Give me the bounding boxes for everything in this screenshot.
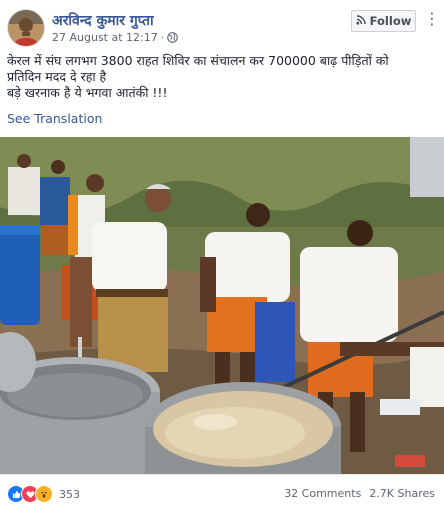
post-text-line: बड़े खरनाक है ये भगवा आतंकी !!! <box>7 85 168 100</box>
post-photo[interactable] <box>0 137 444 474</box>
post-text-line: प्रतिदिन मदद दे रहा है <box>7 69 107 84</box>
globe-icon <box>167 32 179 46</box>
follow-button[interactable]: Follow <box>351 10 416 32</box>
post-footer: 353 32 Comments 2.7K Shares <box>0 474 444 510</box>
shares-count[interactable]: 2.7K Shares <box>369 487 435 500</box>
author-name[interactable]: अरविन्द कुमार गुप्ता <box>52 11 154 30</box>
post-timestamp[interactable]: 27 August at 12:17 <box>52 31 158 44</box>
engagement-stats: 32 Comments 2.7K Shares <box>284 487 435 500</box>
follow-label: Follow <box>369 14 412 28</box>
facebook-post: अरविन्द कुमार गुप्ता 27 August at 12:17 ·… <box>0 0 444 509</box>
more-options-icon[interactable]: ⋮ <box>424 11 440 28</box>
post-header: अरविन्द कुमार गुप्ता 27 August at 12:17 ·… <box>0 0 444 52</box>
post-text: केरल में संघ लगभग 3800 राहत शिविर का संच… <box>7 53 432 101</box>
reactions-summary[interactable]: 353 <box>7 485 80 503</box>
post-text-line: केरल में संघ लगभग 3800 राहत शिविर का संच… <box>7 53 389 68</box>
avatar[interactable] <box>7 9 45 47</box>
rss-icon <box>356 14 366 28</box>
post-meta: 27 August at 12:17 · <box>52 31 179 46</box>
see-translation-link[interactable]: See Translation <box>7 111 102 126</box>
meta-separator: · <box>160 31 165 44</box>
wow-reaction-icon <box>35 485 53 503</box>
comments-count[interactable]: 32 Comments <box>284 487 361 500</box>
reaction-count[interactable]: 353 <box>59 488 80 501</box>
